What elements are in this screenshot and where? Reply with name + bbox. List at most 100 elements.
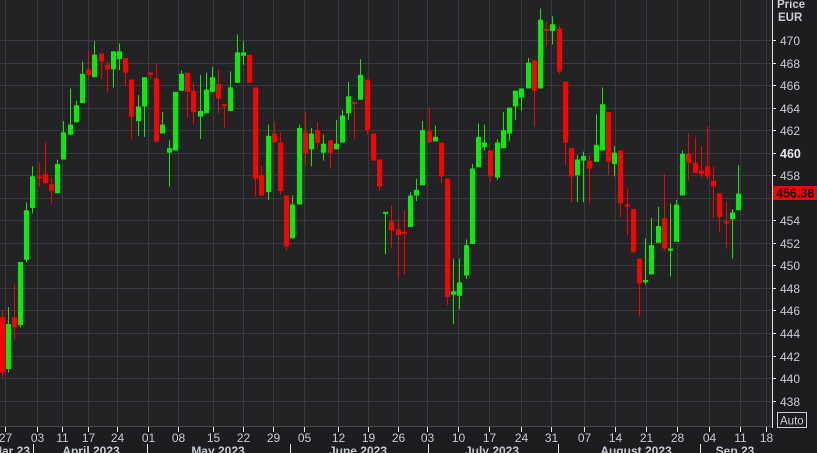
candle-up: [674, 200, 679, 242]
candle-up: [495, 139, 500, 180]
candle-body: [235, 52, 240, 83]
date-tick-label: 11: [734, 431, 747, 445]
date-tick-label: 28: [671, 431, 685, 445]
candle-body: [6, 324, 11, 370]
price-tick-label: 450: [780, 259, 800, 273]
candle-up: [173, 91, 178, 151]
month-label: August 2023: [600, 444, 672, 453]
candle-down: [371, 133, 376, 161]
candle-body: [433, 136, 438, 142]
candle-up: [18, 262, 23, 328]
date-tick-label: 12: [332, 431, 346, 445]
candle-body: [631, 209, 636, 252]
candle-up: [464, 239, 469, 279]
candle-body: [297, 127, 302, 205]
candle-body: [457, 282, 462, 296]
month-label: July 2023: [465, 444, 519, 453]
candle-body: [24, 210, 29, 260]
candle-body: [686, 153, 691, 163]
candle-body: [278, 142, 283, 192]
month-label: Mar 23: [0, 444, 30, 453]
date-tick-label: 27: [0, 431, 12, 445]
candle-body: [420, 130, 425, 186]
candle-body: [105, 64, 110, 70]
candle-down: [247, 54, 252, 83]
candle-up: [408, 192, 413, 228]
date-tick-label: 08: [172, 431, 186, 445]
candle-body: [674, 204, 679, 242]
candle-body: [241, 52, 246, 56]
auto-scale-label[interactable]: Auto: [780, 416, 804, 428]
candle-up: [55, 159, 60, 194]
candle-body: [513, 90, 518, 107]
candle-body: [117, 51, 122, 60]
candle-body: [173, 91, 178, 151]
price-tick-label: 446: [780, 304, 800, 318]
candle-body: [414, 189, 419, 196]
candle-body: [439, 142, 444, 177]
candle-body: [61, 132, 66, 160]
candle-body: [717, 193, 722, 217]
candle-up: [266, 124, 271, 201]
candle-body: [123, 58, 128, 73]
candle-body: [625, 204, 630, 207]
candle-body: [37, 176, 42, 179]
date-tick-label: 19: [362, 431, 376, 445]
candle-body: [0, 317, 5, 373]
candle-body: [346, 96, 351, 114]
price-axis[interactable]: 438 440 442 444 446 448 450 452 454 458 460 462 464 4…: [772, 34, 801, 409]
candle-body: [618, 150, 623, 204]
candle-body: [476, 136, 481, 168]
candle-body: [160, 124, 165, 134]
candle-body: [538, 19, 543, 89]
candle-body: [736, 193, 741, 211]
date-tick-label: 18: [760, 431, 774, 445]
candle-body: [321, 143, 326, 153]
candle-body: [86, 69, 91, 75]
date-tick-label: 01: [142, 431, 156, 445]
price-tick-label: 470: [780, 34, 800, 48]
candle-body: [581, 156, 586, 161]
candle-body: [68, 124, 73, 135]
candle-body: [408, 195, 413, 228]
candle-up: [24, 202, 29, 263]
candle-body: [427, 131, 432, 143]
candle-body: [637, 258, 642, 284]
candle-body: [495, 142, 500, 178]
candle-up: [538, 8, 543, 89]
candle-body: [402, 231, 407, 234]
auto-scale-button[interactable]: Auto: [777, 412, 807, 428]
candle-body: [711, 180, 716, 187]
candle-body: [501, 130, 506, 149]
date-tick-label: 29: [267, 431, 281, 445]
price-tick-label: 438: [780, 395, 800, 409]
date-tick-label: 03: [421, 431, 435, 445]
time-axis[interactable]: 27 03 11 17 24 01 08 15 22 29 05 12 19 26 03 10 17 24 31 07…: [0, 427, 773, 453]
last-price-label: 456.38: [776, 187, 814, 201]
date-tick-label: 26: [392, 431, 406, 445]
date-tick-label: 22: [237, 431, 251, 445]
candle-body: [253, 87, 258, 179]
date-tick-label: 05: [298, 431, 312, 445]
candle-body: [352, 101, 357, 104]
candle-body: [451, 291, 456, 295]
candle-up: [680, 150, 685, 196]
candle-body: [272, 133, 277, 143]
candle-body: [600, 104, 605, 151]
date-tick-label: 10: [452, 431, 466, 445]
date-tick-label: 24: [515, 431, 529, 445]
candlestick-chart[interactable]: Price EUR 438 440 442 444 446 448 450 452 454 458…: [0, 0, 817, 453]
candle-body: [80, 73, 85, 104]
price-axis-title: Price: [777, 0, 805, 11]
price-tick-label: 466: [780, 79, 800, 93]
month-label: April 2023: [62, 444, 120, 453]
candle-body: [290, 204, 295, 239]
currency-label: EUR: [778, 12, 803, 24]
candle-body: [74, 105, 79, 123]
date-tick-label: 17: [483, 431, 497, 445]
candle-body: [334, 143, 339, 150]
price-tick-label: 444: [780, 327, 800, 341]
candle-down: [557, 25, 562, 74]
month-label: May 2023: [191, 444, 245, 453]
candle-up: [470, 163, 475, 244]
